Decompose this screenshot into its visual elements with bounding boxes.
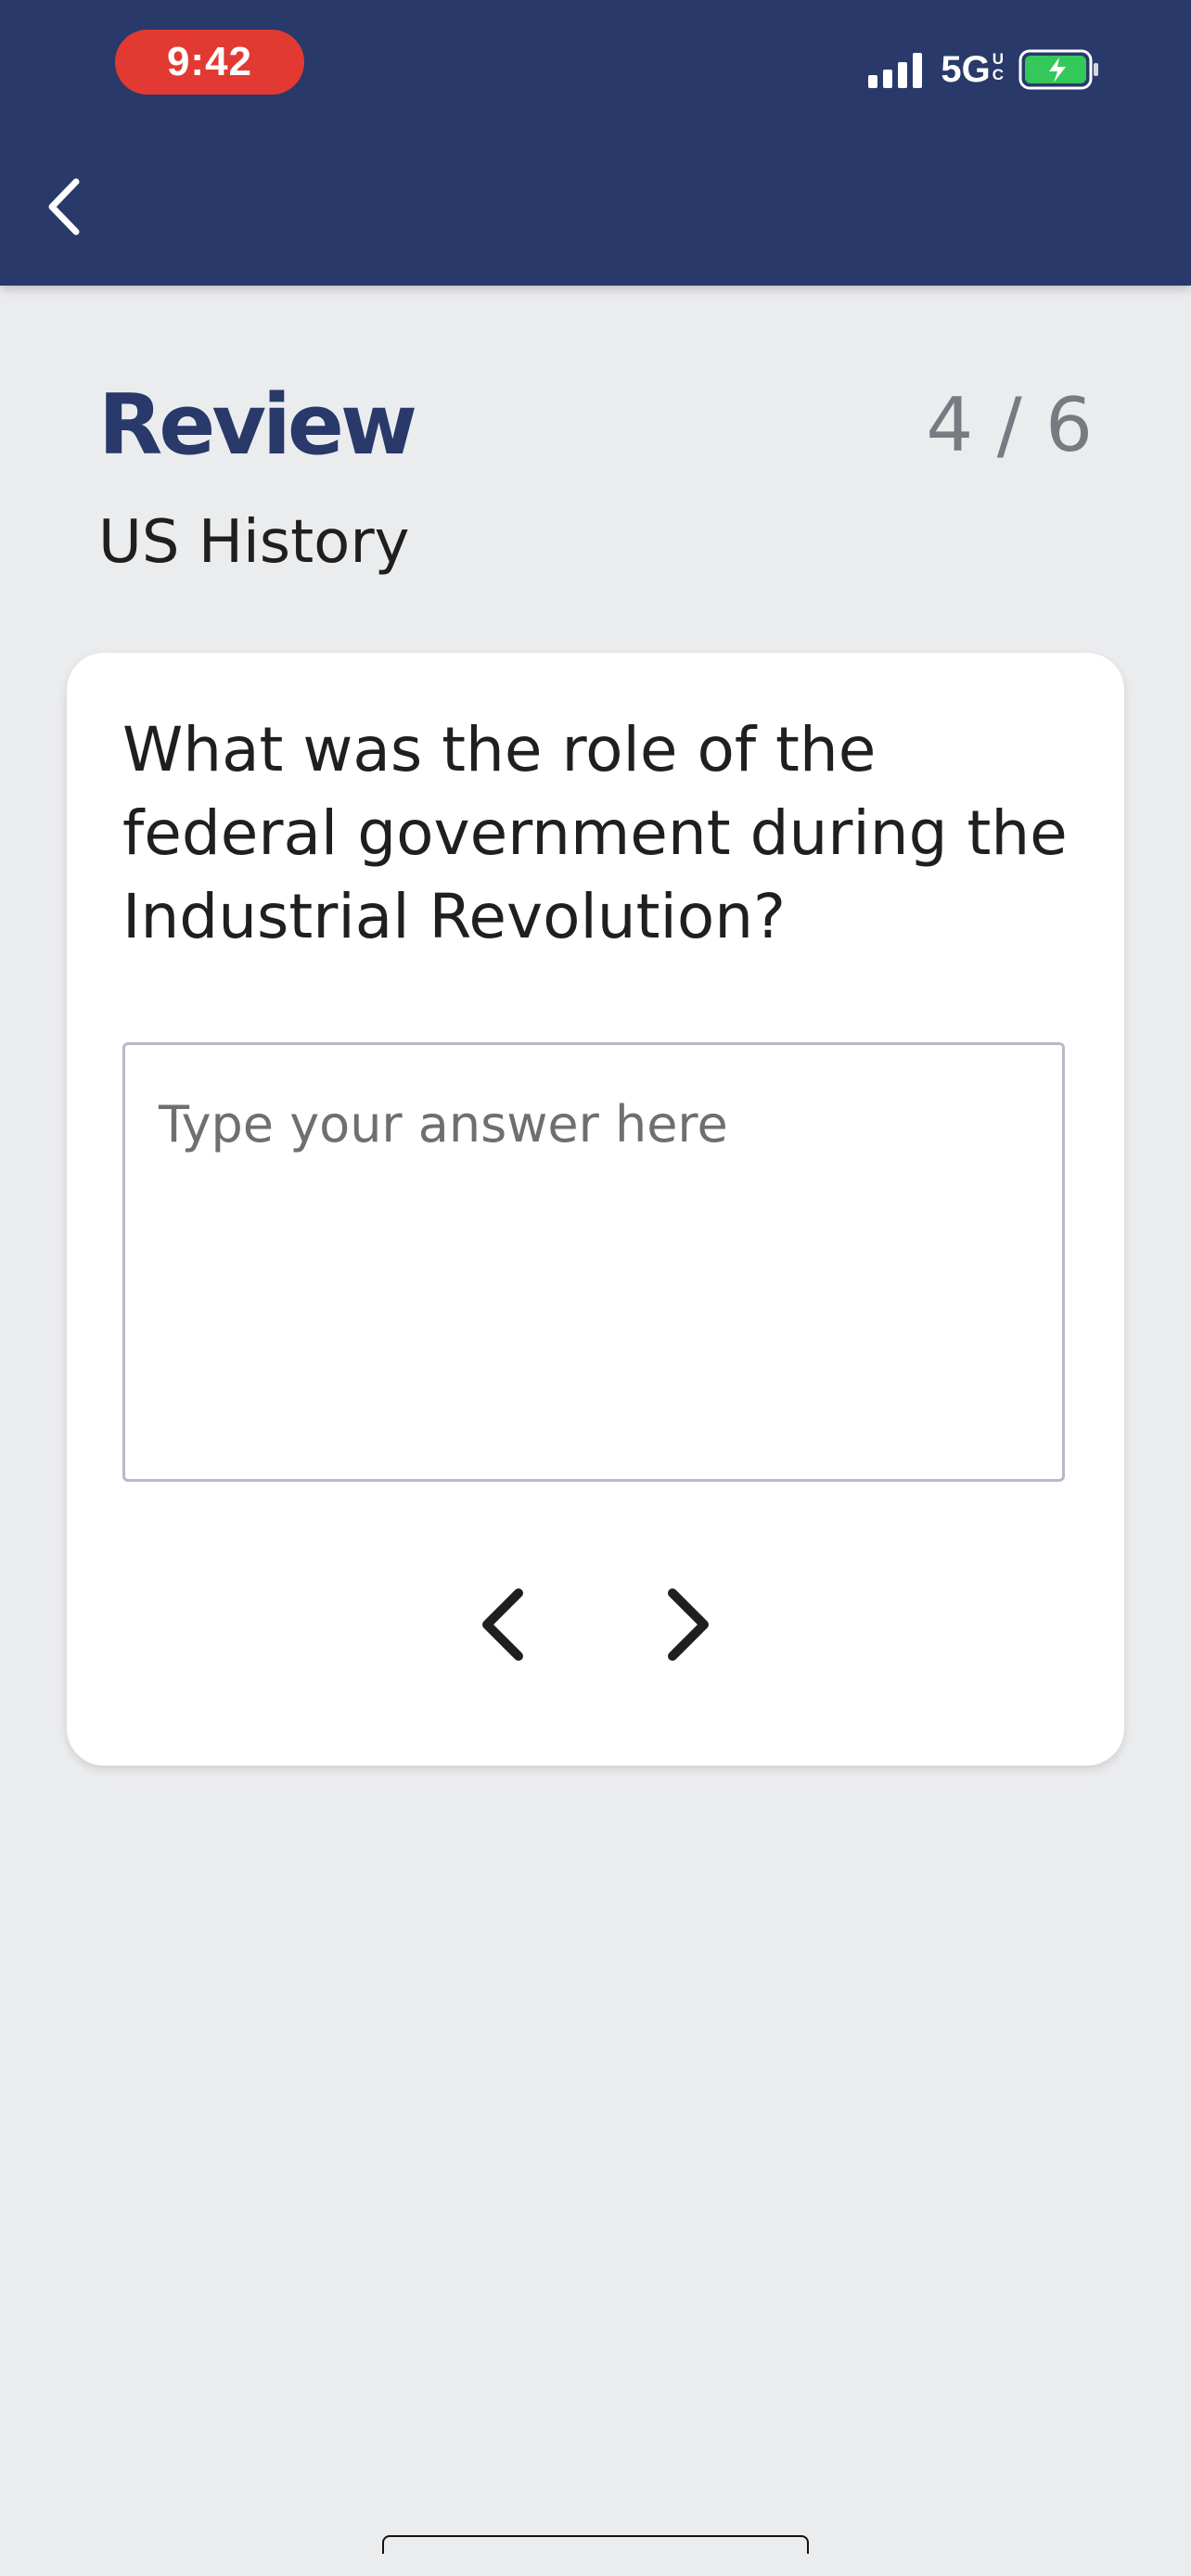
page-title: Review [98, 376, 417, 474]
chevron-left-icon [48, 178, 80, 236]
signal-icon [868, 51, 928, 88]
next-question-button[interactable] [637, 1578, 739, 1671]
card-navigation [67, 1578, 1124, 1671]
answer-input[interactable] [122, 1042, 1065, 1482]
status-indicators: 5G U C [868, 46, 1100, 93]
network-label: 5G [941, 49, 991, 90]
question-progress: 4 / 6 [926, 382, 1093, 468]
chevron-left-icon [482, 1588, 523, 1661]
status-time: 9:42 [115, 30, 304, 95]
network-indicator: 5G U C [941, 51, 1004, 88]
deck-subtitle: US History [98, 508, 410, 577]
app-header: 9:42 5G U C [0, 0, 1191, 286]
network-suffix-bottom: C [992, 66, 1004, 83]
network-suffix-top: U [992, 50, 1004, 68]
home-indicator [382, 2535, 809, 2554]
chevron-right-icon [668, 1588, 709, 1661]
question-card: What was the role of the federal governm… [67, 653, 1124, 1766]
question-text: What was the role of the federal governm… [122, 714, 1068, 952]
battery-charging-icon [1018, 49, 1100, 90]
title-row: Review 4 / 6 [98, 376, 1093, 474]
back-button[interactable] [35, 174, 91, 239]
previous-question-button[interactable] [452, 1578, 554, 1671]
